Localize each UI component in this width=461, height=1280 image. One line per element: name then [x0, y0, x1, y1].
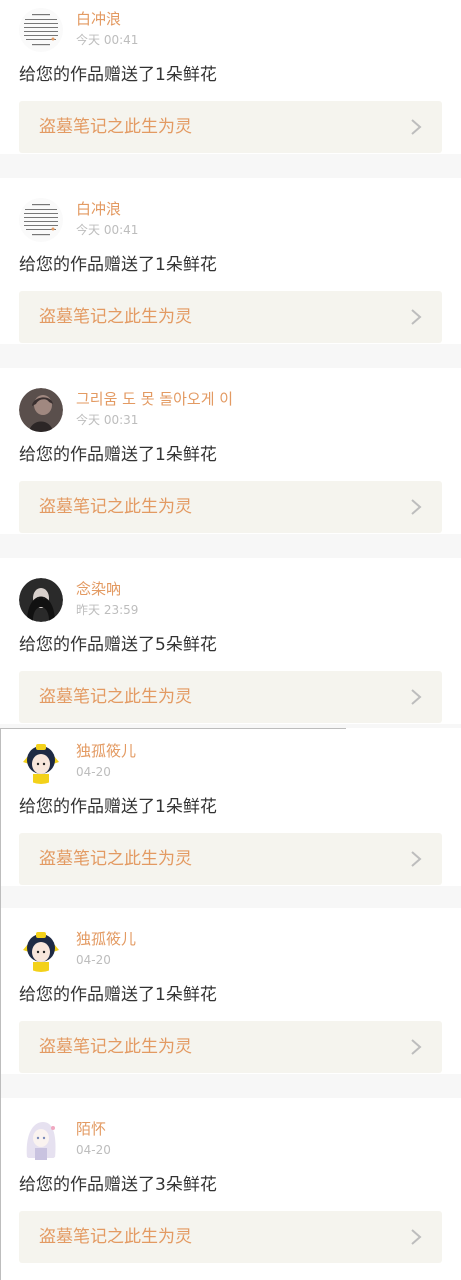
work-link[interactable]: 盗墓笔记之此生为灵: [19, 1211, 442, 1263]
user-name[interactable]: 白冲浪: [76, 10, 121, 28]
girl-dark-hair-avatar[interactable]: [19, 578, 63, 622]
notification-item: 念染吶 昨天 23:59 给您的作品赠送了5朵鲜花 盗墓笔记之此生为灵: [0, 558, 461, 724]
chevron-right-icon: [411, 1039, 422, 1055]
chevron-right-icon: [411, 851, 422, 867]
chevron-right-icon: [411, 1229, 422, 1245]
notification-item: 独孤筱儿 04-20 给您的作品赠送了1朵鲜花 盗墓笔记之此生为灵: [0, 728, 461, 886]
work-link[interactable]: 盗墓笔记之此生为灵: [19, 481, 442, 533]
frame-divider: [0, 728, 346, 729]
notification-item: 陌怀 04-20 给您的作品赠送了3朵鲜花 盗墓笔记之此生为灵: [0, 1098, 461, 1280]
timestamp: 04-20: [76, 765, 111, 779]
work-title: 盗墓笔记之此生为灵: [39, 497, 192, 517]
work-title: 盗墓笔记之此生为灵: [39, 307, 192, 327]
timestamp: 今天 00:41: [76, 223, 139, 237]
chevron-right-icon: [411, 689, 422, 705]
timestamp: 今天 00:31: [76, 413, 139, 427]
gift-message: 给您的作品赠送了1朵鲜花: [19, 445, 217, 465]
user-name[interactable]: 白冲浪: [76, 200, 121, 218]
gift-message: 给您的作品赠送了3朵鲜花: [19, 1175, 217, 1195]
work-link[interactable]: 盗墓笔记之此生为灵: [19, 671, 442, 723]
frame-divider: [0, 728, 1, 1280]
work-title: 盗墓笔记之此生为灵: [39, 1037, 192, 1057]
chevron-right-icon: [411, 499, 422, 515]
anime-girl-avatar[interactable]: [19, 1118, 63, 1162]
work-link[interactable]: 盗墓笔记之此生为灵: [19, 833, 442, 885]
user-name[interactable]: 独孤筱儿: [76, 930, 136, 948]
notification-item: 白冲浪 今天 00:41 给您的作品赠送了1朵鲜花 盗墓笔记之此生为灵: [0, 178, 461, 344]
user-name[interactable]: 念染吶: [76, 580, 121, 598]
notification-item: 白冲浪 今天 00:41 给您的作品赠送了1朵鲜花 盗墓笔记之此生为灵: [0, 0, 461, 154]
text-avatar[interactable]: [19, 198, 63, 242]
gift-message: 给您的作品赠送了5朵鲜花: [19, 635, 217, 655]
timestamp: 04-20: [76, 953, 111, 967]
text-avatar[interactable]: [19, 8, 63, 52]
user-name[interactable]: 陌怀: [76, 1120, 106, 1138]
work-title: 盗墓笔记之此生为灵: [39, 687, 192, 707]
timestamp: 今天 00:41: [76, 33, 139, 47]
notification-item: 그리움 도 못 돌아오게 이 今天 00:31 给您的作品赠送了1朵鲜花 盗墓笔…: [0, 368, 461, 534]
timestamp: 04-20: [76, 1143, 111, 1157]
person-avatar[interactable]: [19, 388, 63, 432]
cartoon-girl-avatar[interactable]: [19, 740, 63, 784]
work-link[interactable]: 盗墓笔记之此生为灵: [19, 101, 442, 153]
gift-message: 给您的作品赠送了1朵鲜花: [19, 255, 217, 275]
work-title: 盗墓笔记之此生为灵: [39, 1227, 192, 1247]
gift-message: 给您的作品赠送了1朵鲜花: [19, 65, 217, 85]
timestamp: 昨天 23:59: [76, 603, 139, 617]
cartoon-girl-avatar[interactable]: [19, 928, 63, 972]
chevron-right-icon: [411, 119, 422, 135]
gift-message: 给您的作品赠送了1朵鲜花: [19, 985, 217, 1005]
work-link[interactable]: 盗墓笔记之此生为灵: [19, 1021, 442, 1073]
notification-feed: 白冲浪 今天 00:41 给您的作品赠送了1朵鲜花 盗墓笔记之此生为灵 白冲浪 …: [0, 0, 461, 1280]
work-title: 盗墓笔记之此生为灵: [39, 849, 192, 869]
chevron-right-icon: [411, 309, 422, 325]
gift-message: 给您的作品赠送了1朵鲜花: [19, 797, 217, 817]
work-title: 盗墓笔记之此生为灵: [39, 117, 192, 137]
user-name[interactable]: 独孤筱儿: [76, 742, 136, 760]
work-link[interactable]: 盗墓笔记之此生为灵: [19, 291, 442, 343]
notification-item: 独孤筱儿 04-20 给您的作品赠送了1朵鲜花 盗墓笔记之此生为灵: [0, 908, 461, 1074]
user-name[interactable]: 그리움 도 못 돌아오게 이: [76, 390, 233, 408]
